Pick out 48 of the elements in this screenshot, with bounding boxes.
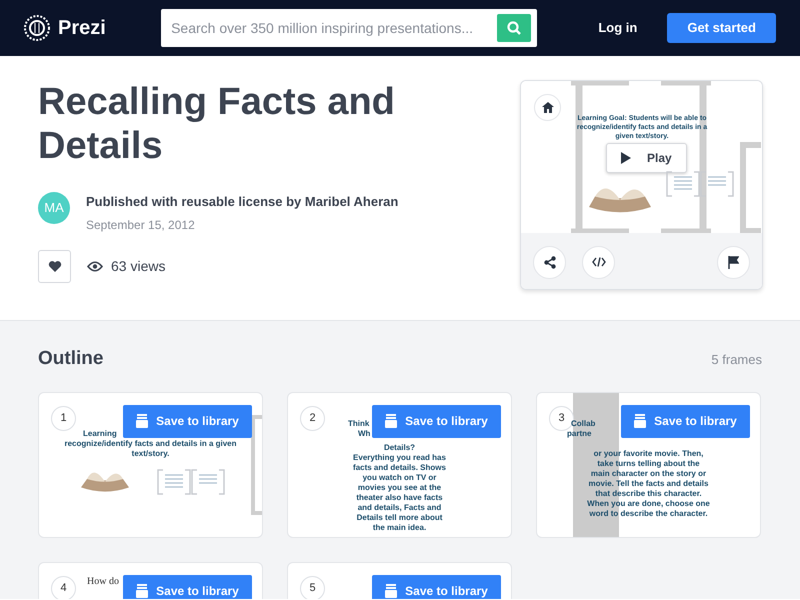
slide-text-line: theater also have facts <box>355 492 444 502</box>
slide-text-line: Details? <box>382 442 416 452</box>
slide-text-line: and details, Facts and <box>356 502 442 512</box>
get-started-button[interactable]: Get started <box>667 13 776 43</box>
login-link[interactable]: Log in <box>592 17 644 39</box>
frame-card[interactable]: 1 Save to library Learning recognize/identify facts and details in a given text/story. <box>38 392 263 538</box>
slide-text-line: word to describe the character. <box>588 508 709 518</box>
frame-number: 1 <box>51 406 76 430</box>
slide-text-line: partne <box>567 428 592 438</box>
save-to-library-button[interactable]: Save to library <box>123 404 252 438</box>
frame-number: 5 <box>300 576 325 599</box>
logo-text: Prezi <box>58 16 106 41</box>
save-to-library-button[interactable]: Save to library <box>372 404 501 438</box>
slide-text-line: recognize/identify facts and details in a given <box>63 438 238 448</box>
slide-text-line: movie. Tell the facts and details <box>588 478 710 488</box>
slide-text-line: the main idea. <box>372 522 428 532</box>
save-to-library-button[interactable]: Save to library <box>123 574 252 599</box>
frame-number: 4 <box>51 576 76 599</box>
frame-count: 5 frames <box>711 350 762 368</box>
page-title: Recalling Facts and Details <box>38 80 396 168</box>
slide-text-line: Collab <box>571 418 596 428</box>
frame-card[interactable]: 4 Save to library How do <box>38 562 263 599</box>
frame-card[interactable]: 5 Save to library <box>287 562 512 599</box>
slide-text-line: facts and details. Shows <box>352 462 447 472</box>
avatar: MA <box>38 192 70 224</box>
slide-text-line: you watch on TV or <box>362 472 438 482</box>
view-count: 63 views <box>111 256 166 276</box>
search-field[interactable]: Search over 350 million inspiring presentations... <box>161 9 538 47</box>
slide-text-line: that describe this character. <box>594 488 703 498</box>
slide-text-line: When you are done, choose one <box>586 498 711 508</box>
slide-text-line: Details tell more about <box>356 512 444 522</box>
slide-text-line: Everything you read has <box>352 452 447 462</box>
section-heading: Outline <box>38 347 104 371</box>
publisher-text: Published with reusable license by Maribel Aheran <box>86 193 398 211</box>
slide-text-line: How do <box>87 576 119 586</box>
slide-text-line: take turns telling about the <box>596 458 701 468</box>
play-button[interactable]: Play <box>606 143 687 173</box>
slide-text-line: Learning <box>83 428 117 438</box>
slide-text-line: main character on the story or <box>590 468 708 478</box>
slide-text-line: movies you see at the <box>356 482 442 492</box>
save-to-library-button[interactable]: Save to library <box>372 574 501 599</box>
slide-text-line: Think <box>348 418 370 428</box>
frame-number: 2 <box>300 406 325 430</box>
slide-text-line: text/story. <box>130 448 170 458</box>
slide-text-line: or your favorite movie. Then, <box>592 448 704 458</box>
publish-date: September 15, 2012 <box>86 216 196 234</box>
slide-text-line: Wh <box>358 428 370 438</box>
save-to-library-button[interactable]: Save to library <box>621 404 750 438</box>
